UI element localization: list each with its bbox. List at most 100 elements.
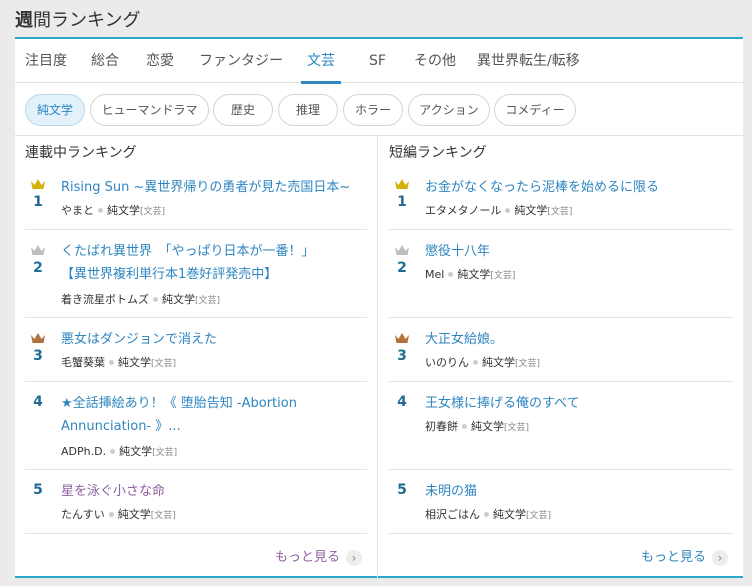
page-title: 週間ランキング: [15, 6, 140, 36]
ranking-item: 1 お金がなくなったら泥棒を始めるに限る エタメタノール 純文学[文芸]: [389, 172, 733, 230]
genre-parent-label: 文芸: [529, 511, 548, 521]
genre-chip-action[interactable]: アクション: [408, 94, 490, 126]
category-tabs: 注目度 総合 恋愛 ファンタジー 文芸 SF その他 異世界転生/転移: [15, 39, 743, 84]
genre-chip-suiri[interactable]: 推理: [278, 94, 338, 126]
page-title-rest: 間ランキング: [33, 10, 141, 31]
work-title-link[interactable]: 懲役十八年: [425, 240, 733, 263]
gold-crown-icon: [31, 179, 45, 189]
tab-fantasy[interactable]: ファンタジー: [199, 39, 283, 83]
work-title-line: 【異世界複利単行本1巻好評発売中】: [61, 267, 278, 282]
rank-number: 5: [397, 482, 407, 498]
tab-bungei[interactable]: 文芸: [301, 39, 341, 84]
rank-number: 1: [33, 194, 43, 210]
genre-parent-label: 文芸: [154, 359, 173, 369]
serial-ranking-heading: 連載中ランキング: [25, 145, 137, 161]
silver-crown-icon: [31, 245, 45, 255]
work-title-line: Annunciation- 》...: [61, 419, 181, 434]
ranking-item: 2 懲役十八年 Mel 純文学[文芸]: [389, 230, 733, 318]
author-name[interactable]: たんすい: [61, 508, 105, 521]
rank-number: 3: [397, 348, 407, 364]
chevron-right-icon: ›: [712, 549, 729, 566]
work-meta: たんすい 純文学[文芸]: [61, 508, 176, 521]
author-name[interactable]: Mel: [425, 268, 444, 281]
ranking-item: 4 王女様に捧げる俺のすべて 初春餅 純文学[文芸]: [389, 382, 733, 470]
work-meta: 初春餅 純文学[文芸]: [425, 420, 530, 433]
author-name[interactable]: 初春餅: [425, 420, 458, 433]
rank-number: 1: [397, 194, 407, 210]
work-title-link[interactable]: Rising Sun ~異世界帰りの勇者が見た売国日本~: [61, 176, 367, 199]
work-title-link[interactable]: 星を泳ぐ小さな命: [61, 480, 367, 503]
work-title-link[interactable]: ★全話挿絵あり！《 堕胎告知 -Abortion Annunciation- 》.…: [61, 392, 367, 438]
author-name[interactable]: 毛蟹葵葉: [61, 356, 105, 369]
ranking-item: 4 ★全話挿絵あり！《 堕胎告知 -Abortion Annunciation- …: [25, 382, 367, 470]
author-name[interactable]: やまと: [61, 204, 94, 217]
separator-dot: [108, 512, 114, 517]
genre-parent-label: 文芸: [493, 271, 512, 281]
short-ranking-heading: 短編ランキング: [389, 145, 487, 161]
genre-label: 純文学: [118, 356, 151, 369]
genre-label: 純文学: [107, 204, 140, 217]
work-title-link[interactable]: お金がなくなったら泥棒を始めるに限る: [425, 176, 733, 199]
tab-renai[interactable]: 恋愛: [146, 39, 174, 83]
work-meta: Mel 純文学[文芸]: [425, 268, 516, 281]
work-title-link[interactable]: 未明の猫: [425, 480, 733, 503]
author-name[interactable]: いのりん: [425, 356, 469, 369]
tab-sougou[interactable]: 総合: [91, 39, 119, 83]
genre-label: 純文学: [471, 420, 504, 433]
ranking-item: 3 悪女はダンジョンで消えた 毛蟹葵葉 純文学[文芸]: [25, 318, 367, 382]
tab-sonota[interactable]: その他: [414, 39, 456, 83]
tab-isekai[interactable]: 異世界転生/転移: [477, 39, 580, 83]
rank-number: 3: [33, 348, 43, 364]
author-name[interactable]: ADPh.D.: [61, 445, 106, 458]
genre-chip-comedy[interactable]: コメディー: [494, 94, 576, 126]
work-title-link[interactable]: 大正女給娘。: [425, 328, 733, 351]
separator-dot: [484, 512, 489, 517]
separator-dot: [98, 208, 103, 213]
short-ranking: 短編ランキング 1 お金がなくなったら泥棒を始めるに限る エタメタノール 純文学[…: [379, 136, 743, 578]
separator-dot: [153, 297, 158, 302]
genre-chip-horror[interactable]: ホラー: [343, 94, 403, 126]
genre-parent-label: 文芸: [154, 511, 173, 521]
genre-parent-label: 文芸: [198, 296, 217, 306]
work-title-line: くたばれ異世界 「やっぱり日本が一番！」: [61, 244, 315, 259]
bronze-crown-icon: [395, 333, 409, 343]
rank-number: 2: [397, 260, 407, 276]
genre-chip-junbungaku[interactable]: 純文学: [25, 94, 85, 126]
genre-parent-label: 文芸: [518, 359, 537, 369]
genre-parent-label: 文芸: [143, 207, 162, 217]
author-name[interactable]: 着き流星ボトムズ: [61, 293, 149, 306]
work-title-link[interactable]: くたばれ異世界 「やっぱり日本が一番！」 【異世界複利単行本1巻好評発売中】: [61, 240, 367, 286]
separator-dot: [448, 272, 454, 277]
author-name[interactable]: エタメタノール: [425, 204, 501, 217]
genre-label: 純文学: [119, 445, 153, 458]
genre-label: 純文学: [117, 508, 151, 521]
work-title-line: ★全話挿絵あり！《 堕胎告知 -Abortion: [61, 396, 297, 411]
work-title-link[interactable]: 悪女はダンジョンで消えた: [61, 328, 367, 351]
genre-label: 純文学: [457, 268, 491, 281]
genre-label: 純文学: [493, 508, 526, 521]
more-link[interactable]: もっと見る ›: [275, 546, 363, 566]
work-meta: やまと 純文学[文芸]: [61, 204, 166, 217]
gold-crown-icon: [395, 179, 409, 189]
work-meta: 着き流星ボトムズ 純文学[文芸]: [61, 293, 221, 306]
tab-chuumokudo[interactable]: 注目度: [25, 39, 67, 83]
serial-ranking: 連載中ランキング 1 Rising Sun ~異世界帰りの勇者が見た売国日本~ …: [15, 136, 378, 578]
tab-sf[interactable]: SF: [369, 39, 386, 83]
genre-chip-rekishi[interactable]: 歴史: [213, 94, 273, 126]
ranking-item: 5 未明の猫 相沢ごはん 純文学[文芸]: [389, 470, 733, 534]
more-link[interactable]: もっと見る ›: [641, 546, 729, 566]
genre-label: 純文学: [162, 293, 195, 306]
chevron-right-icon: ›: [346, 549, 363, 566]
author-name[interactable]: 相沢ごはん: [425, 508, 480, 521]
separator-dot: [109, 360, 114, 365]
more-link-label: もっと見る: [275, 550, 341, 565]
work-meta: いのりん 純文学[文芸]: [425, 356, 541, 369]
genre-chip-human-drama[interactable]: ヒューマンドラマ: [90, 94, 209, 126]
more-link-label: もっと見る: [641, 550, 707, 565]
genre-parent-label: 文芸: [155, 448, 174, 458]
ranking-item: 5 星を泳ぐ小さな命 たんすい 純文学[文芸]: [25, 470, 367, 534]
work-title-link[interactable]: 王女様に捧げる俺のすべて: [425, 392, 733, 415]
genre-filter: 純文学 ヒューマンドラマ 歴史 推理 ホラー アクション コメディー: [15, 84, 743, 136]
silver-crown-icon: [395, 245, 409, 255]
separator-dot: [110, 449, 116, 454]
